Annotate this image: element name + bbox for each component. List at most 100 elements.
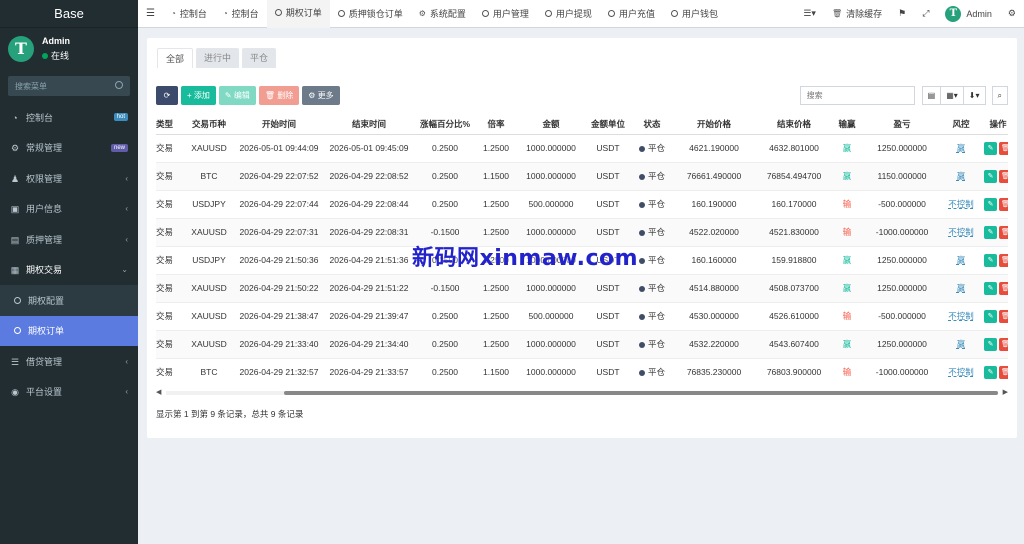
add-button[interactable]: + 添加 [181,86,216,105]
tab-dashboard[interactable]: ◔ 控制台 [163,0,215,28]
horizontal-scrollbar[interactable]: ◀ ▶ [156,388,1008,398]
row-edit-button[interactable]: ✎ [984,141,997,155]
clear-cache-button[interactable]: 🗑 清除缓存 [824,0,890,28]
table-row[interactable]: 交易 XAUUSD 2026-04-29 21:50:22 2026-04-29 21… [156,274,1008,303]
column-header[interactable]: 金额 [516,114,586,135]
cell-value[interactable]: 赢 [957,339,966,349]
table-row[interactable]: 交易 BTC 2026-04-29 21:32:57 2026-04-29 21:33… [156,358,1008,386]
table-cell: BTC [184,162,234,191]
table-row[interactable]: 交易 USDJPY 2026-04-29 22:07:44 2026-04-29 22… [156,190,1008,219]
table-row[interactable]: 交易 XAUUSD 2026-05-01 09:44:09 2026-05-01 09… [156,134,1008,163]
tabs-dropdown-button[interactable]: ☰▾ [795,0,824,28]
cell-value[interactable]: 不控制 [948,367,974,377]
tab-pledge-orders[interactable]: 质押锁仓订单 [330,0,411,28]
tab-all[interactable]: 全部 [157,48,194,68]
tab-system-config[interactable]: ⚙ 系统配置 [411,0,474,28]
sidebar-item-options-config[interactable]: 期权配置 [0,285,138,316]
table-row[interactable]: 交易 XAUUSD 2026-04-29 21:38:47 2026-04-29 21… [156,302,1008,331]
row-edit-button[interactable]: ✎ [984,169,997,183]
row-delete-button[interactable]: 🗑 [999,197,1008,211]
tab-in-progress[interactable]: 进行中 [196,48,240,68]
cell-value[interactable]: 不控制 [948,311,974,321]
table-cell: 2026-04-29 21:51:22 [324,274,414,303]
column-header[interactable]: 倍率 [476,114,516,135]
tab-closed[interactable]: 平仓 [242,48,277,68]
delete-button[interactable]: 🗑 删除 [258,86,300,105]
row-delete-button[interactable]: 🗑 [999,365,1008,379]
row-edit-button[interactable]: ✎ [984,281,997,295]
row-delete-button[interactable]: 🗑 [999,253,1008,267]
more-button[interactable]: ⚙ 更多 [302,86,340,105]
sidebar-item-user-info[interactable]: ▣ 用户信息 ‹ [0,194,138,225]
column-header[interactable]: 操作 [978,114,1008,135]
columns-button[interactable]: ▦▾ [940,86,964,105]
scroll-left-icon[interactable]: ◀ [156,388,161,396]
fullscreen-button[interactable]: ⤢ [914,0,937,28]
tab-user-manage[interactable]: 用户管理 [474,0,537,28]
cell-value[interactable]: 赢 [957,143,966,153]
export-icon: ⬇▾ [968,91,980,100]
row-delete-button[interactable]: 🗑 [999,309,1008,323]
admin-menu[interactable]: T Admin [937,0,1000,28]
cell-value[interactable]: 赢 [957,283,966,293]
table-row[interactable]: 交易 BTC 2026-04-29 22:07:52 2026-04-29 22:08… [156,162,1008,191]
row-delete-button[interactable]: 🗑 [999,281,1008,295]
sidebar-item-general[interactable]: ⚙ 常规管理 new [0,133,138,164]
language-button[interactable]: ⚑ [890,0,914,28]
brand-logo[interactable]: Base [0,0,138,28]
sidebar-item-auth[interactable]: ♟ 权限管理 ‹ [0,163,138,194]
row-edit-button[interactable]: ✎ [984,337,997,351]
row-edit-button[interactable]: ✎ [984,197,997,211]
sidebar-item-options-orders[interactable]: 期权订单 [0,315,138,346]
toggle-view-button[interactable]: ▤ [921,86,942,105]
tab-user-recharge[interactable]: 用户充值 [600,0,663,28]
tab-user-wallet[interactable]: 用户钱包 [663,0,726,28]
cell-value: BTC [200,171,218,181]
tab-user-withdraw[interactable]: 用户提现 [537,0,600,28]
status-dot-icon [638,145,645,152]
search-icon[interactable] [115,81,123,89]
menu-search-input[interactable] [9,77,129,95]
scroll-right-icon[interactable]: ▶ [1003,388,1008,396]
column-header[interactable]: 交易币种 [184,114,234,135]
column-header[interactable]: 类型 [156,114,184,135]
cell-value[interactable]: 赢 [957,171,966,181]
row-edit-button[interactable]: ✎ [984,365,997,379]
advanced-search-button[interactable]: ⌕ [991,86,1008,105]
tab-dashboard-2[interactable]: ◔ 控制台 [215,0,267,28]
edit-button[interactable]: ✎ 编辑 [218,86,256,105]
column-header[interactable]: 结束价格 [754,114,834,135]
tab-options-orders[interactable]: 期权订单 [266,0,330,28]
row-delete-button[interactable]: 🗑 [999,337,1008,351]
sidebar-item-loan[interactable]: ☰ 借贷管理 ‹ [0,346,138,377]
cell-value[interactable]: 不控制 [948,199,974,209]
cell-value[interactable]: 赢 [957,255,966,265]
scroll-thumb[interactable] [284,391,998,395]
sidebar-item-platform[interactable]: ◉ 平台设置 ‹ [0,377,138,408]
row-edit-button[interactable]: ✎ [984,225,997,239]
row-delete-button[interactable]: 🗑 [999,169,1008,183]
sidebar-item-dashboard[interactable]: ◔ 控制台 hot [0,102,138,133]
menu-toggle-button[interactable]: ☰ [138,0,163,28]
column-header[interactable]: 开始时间 [234,114,324,135]
column-header[interactable]: 输赢 [834,114,860,135]
column-header[interactable]: 盈亏 [860,114,944,135]
column-header[interactable]: 金额单位 [586,114,630,135]
table-search-input[interactable] [799,86,915,105]
sidebar-item-options[interactable]: ▦ 期权交易 ⌄ [0,255,138,286]
column-header[interactable]: 结束时间 [324,114,414,135]
sidebar-item-pledge[interactable]: ▤ 质押管理 ‹ [0,224,138,255]
column-header[interactable]: 状态 [630,114,674,135]
column-header[interactable]: 风控 [944,114,978,135]
row-edit-button[interactable]: ✎ [984,309,997,323]
row-edit-button[interactable]: ✎ [984,253,997,267]
table-row[interactable]: 交易 XAUUSD 2026-04-29 21:33:40 2026-04-29 21… [156,330,1008,359]
column-header[interactable]: 开始价格 [674,114,754,135]
settings-button[interactable]: ⚙ [1000,0,1024,28]
refresh-button[interactable]: ⟳ [156,86,178,105]
column-header[interactable]: 涨幅百分比% [414,114,476,135]
export-button[interactable]: ⬇▾ [962,86,986,105]
cell-value[interactable]: 不控制 [948,227,974,237]
row-delete-button[interactable]: 🗑 [999,225,1008,239]
row-delete-button[interactable]: 🗑 [999,141,1008,155]
